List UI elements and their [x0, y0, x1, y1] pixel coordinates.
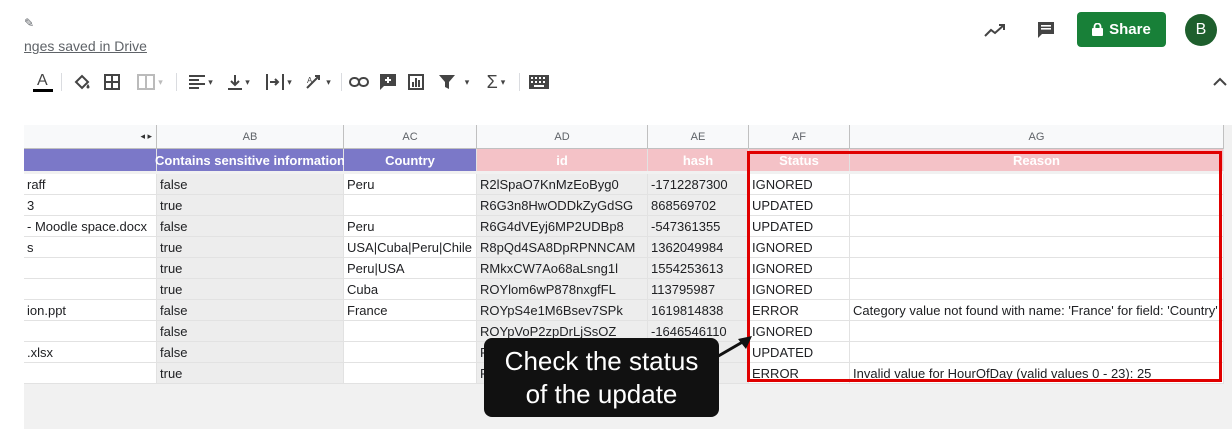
save-status[interactable]: nges saved in Drive [24, 38, 147, 54]
column-header-ag[interactable]: AG [850, 125, 1224, 149]
fill-color-icon[interactable] [71, 70, 93, 94]
align-vertical-icon[interactable]: ▾ [223, 70, 255, 94]
cell-name[interactable]: raff [24, 174, 157, 195]
cell-sensitive[interactable]: false [157, 300, 344, 321]
insert-chart-icon[interactable] [405, 70, 427, 94]
header-cell-country[interactable]: Country [344, 149, 477, 171]
text-rotate-icon[interactable]: A ▾ [301, 70, 335, 94]
header-cell-sensitive[interactable]: Contains sensitive information [155, 149, 345, 171]
merge-cells-icon[interactable]: ▾ [131, 70, 169, 94]
cell-name[interactable]: - Moodle space.docx [24, 216, 157, 237]
pencil-icon: ✎ [24, 16, 35, 30]
cell-name[interactable]: s [24, 237, 157, 258]
cell-sensitive[interactable]: false [157, 321, 344, 342]
collapse-icon[interactable] [1208, 70, 1232, 94]
cell-country[interactable]: USA|Cuba|Peru|Chile [344, 237, 477, 258]
callout-line-1: Check the status [504, 345, 699, 376]
comment-icon[interactable] [1032, 16, 1060, 44]
toolbar: A ▾ ▾ ▾ ▾ A ▾ ▾ Σ ▾ [0, 64, 1232, 100]
cell-id[interactable]: ROYpS4e1M6Bsev7SPk [477, 300, 648, 321]
header-cell-name[interactable] [24, 149, 157, 171]
insert-comment-icon[interactable] [377, 70, 399, 94]
cell-id[interactable]: RMkxCW7Ao68aLsng1l [477, 258, 648, 279]
column-header-ac[interactable]: AC [344, 125, 477, 149]
cell-hash[interactable]: 1554253613 [648, 258, 749, 279]
cell-name[interactable] [24, 363, 157, 384]
cell-country[interactable]: France [344, 300, 477, 321]
cell-name[interactable]: .xlsx [24, 342, 157, 363]
callout-line-2: of the update [525, 378, 678, 409]
cell-name[interactable] [24, 321, 157, 342]
align-horizontal-icon[interactable]: ▾ [184, 70, 218, 94]
svg-text:A: A [37, 72, 48, 89]
cell-name[interactable] [24, 258, 157, 279]
text-wrap-icon[interactable]: ▾ [262, 70, 296, 94]
cell-id[interactable]: R8pQd4SA8DpRPNNCAM [477, 237, 648, 258]
cell-sensitive[interactable]: true [157, 237, 344, 258]
cell-country[interactable] [344, 321, 477, 342]
svg-text:A: A [307, 76, 313, 85]
cell-name[interactable] [24, 279, 157, 300]
cell-name[interactable]: 3 [24, 195, 157, 216]
status-reason-highlight [747, 151, 1222, 382]
cell-hash[interactable]: 868569702 [648, 195, 749, 216]
cell-hash[interactable]: 1619814838 [648, 300, 749, 321]
header-cell-hash[interactable]: hash [648, 149, 749, 171]
cell-country[interactable]: Peru|USA [344, 258, 477, 279]
lock-icon [1092, 23, 1104, 36]
cell-hash[interactable]: -547361355 [648, 216, 749, 237]
column-header-af[interactable]: AF [749, 125, 850, 149]
cell-sensitive[interactable]: true [157, 195, 344, 216]
filter-icon[interactable]: ▾ [434, 70, 474, 94]
avatar[interactable]: B [1185, 14, 1217, 46]
cell-id[interactable]: R6G3n8HwODDkZyGdSG [477, 195, 648, 216]
header-cell-id[interactable]: id [477, 149, 648, 171]
cell-id[interactable]: ROYlom6wP878nxgfFL [477, 279, 648, 300]
hidden-columns-toggle[interactable]: ◂ ▸ [24, 125, 157, 149]
keyboard-icon[interactable] [527, 70, 551, 94]
cell-country[interactable] [344, 363, 477, 384]
activity-trend-icon[interactable] [981, 16, 1009, 44]
share-button[interactable]: Share [1077, 12, 1166, 47]
cell-sensitive[interactable]: false [157, 174, 344, 195]
cell-id[interactable]: R6G4dVEyj6MP2UDBp8 [477, 216, 648, 237]
column-header-ad[interactable]: AD [477, 125, 648, 149]
cell-sensitive[interactable]: false [157, 216, 344, 237]
column-header-ae[interactable]: AE [648, 125, 749, 149]
cell-country[interactable]: Peru [344, 174, 477, 195]
cell-sensitive[interactable]: true [157, 363, 344, 384]
cell-sensitive[interactable]: true [157, 279, 344, 300]
column-header-ab[interactable]: AB [157, 125, 344, 149]
share-label: Share [1109, 21, 1151, 38]
cell-country[interactable]: Cuba [344, 279, 477, 300]
cell-country[interactable] [344, 342, 477, 363]
cell-hash[interactable]: -1712287300 [648, 174, 749, 195]
cell-country[interactable]: Peru [344, 216, 477, 237]
borders-icon[interactable] [101, 70, 123, 94]
link-icon[interactable] [348, 70, 370, 94]
cell-sensitive[interactable]: true [157, 258, 344, 279]
cell-sensitive[interactable]: false [157, 342, 344, 363]
cell-hash[interactable]: 1362049984 [648, 237, 749, 258]
functions-icon[interactable]: Σ ▾ [480, 70, 512, 94]
callout-annotation: Check the status of the update [484, 338, 719, 417]
cell-hash[interactable]: 113795987 [648, 279, 749, 300]
text-color-icon[interactable]: A [32, 70, 54, 94]
cell-country[interactable] [344, 195, 477, 216]
cell-id[interactable]: R2lSpaO7KnMzEoByg0 [477, 174, 648, 195]
cell-name[interactable]: ion.ppt [24, 300, 157, 321]
